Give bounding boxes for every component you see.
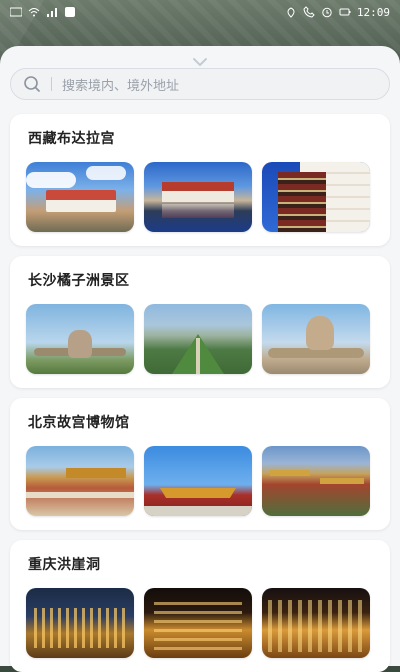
location-icon [285,6,297,18]
photo-thumbnail[interactable] [26,588,134,658]
thumb-row [26,588,370,658]
phone-icon [303,6,315,18]
search-icon[interactable] [23,75,41,93]
signal-icon [46,6,58,18]
photo-thumbnail[interactable] [26,162,134,232]
hd-icon [9,6,23,18]
section-card-forbidden-city[interactable]: 北京故宫博物馆 [10,398,390,530]
section-card-juzizhou[interactable]: 长沙橘子洲景区 [10,256,390,388]
photo-thumbnail[interactable] [262,162,370,232]
chevron-down-icon[interactable] [192,52,208,67]
status-bar: 12:09 [0,0,400,24]
photo-thumbnail[interactable] [262,446,370,516]
alarm-icon [321,6,333,18]
wifi-icon [28,6,40,18]
app-icon [64,6,76,18]
section-title: 北京故宫博物馆 [28,415,130,431]
thumb-row [26,446,370,516]
photo-thumbnail[interactable] [144,162,252,232]
status-time: 12:09 [356,5,390,19]
photo-thumbnail[interactable] [144,304,252,374]
thumb-row [26,304,370,374]
search-bar[interactable]: 搜索境内、境外地址 [10,68,390,100]
section-title: 重庆洪崖洞 [28,557,101,573]
thumb-row [26,162,370,232]
search-placeholder[interactable]: 搜索境内、境外地址 [62,75,179,94]
photo-thumbnail[interactable] [262,304,370,374]
section-title: 西藏布达拉宫 [28,131,115,147]
search-divider [51,77,52,91]
battery-icon [339,6,351,18]
photo-thumbnail[interactable] [262,588,370,658]
photo-thumbnail[interactable] [26,304,134,374]
photo-thumbnail[interactable] [144,588,252,658]
section-card-potala[interactable]: 西藏布达拉宫 [10,114,390,246]
photo-thumbnail[interactable] [26,446,134,516]
bottom-sheet: 搜索境内、境外地址 西藏布达拉宫 长沙橘子洲景区 北京故宫博物馆 重庆洪崖洞 [0,46,400,672]
photo-thumbnail[interactable] [144,446,252,516]
section-card-hongyadong[interactable]: 重庆洪崖洞 [10,540,390,672]
section-title: 长沙橘子洲景区 [28,273,130,289]
